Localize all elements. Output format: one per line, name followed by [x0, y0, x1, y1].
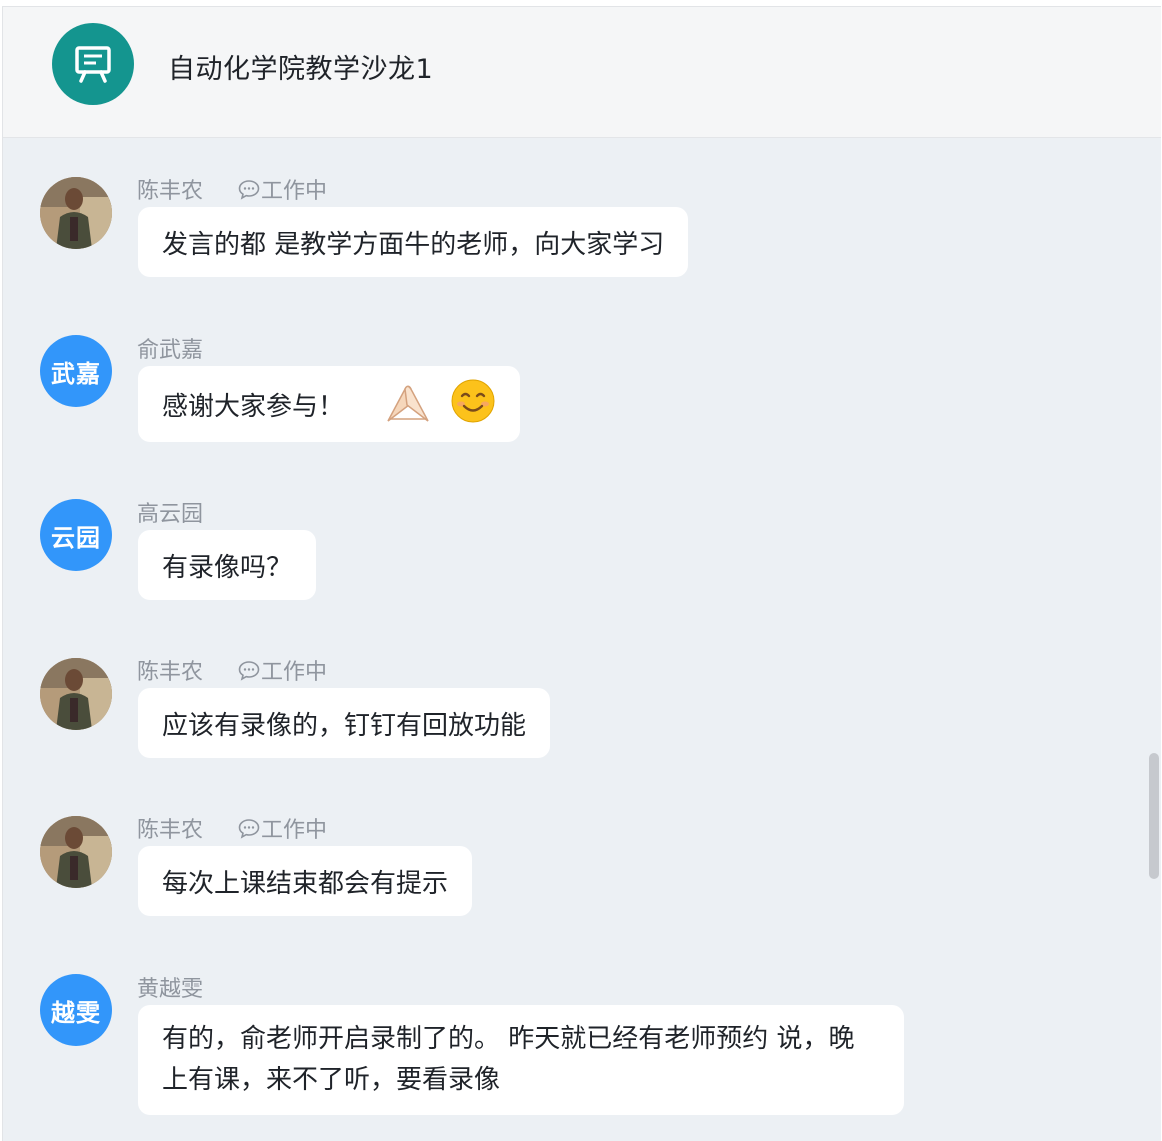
message-text: 每次上课结束都会有提示 [162, 868, 449, 899]
sender-name[interactable]: 高云园 [137, 496, 203, 528]
message-bubble[interactable]: 感谢大家参与！ [138, 366, 521, 442]
avatar-initials: 云园 [51, 523, 101, 552]
sender-name[interactable]: 陈丰农 [137, 173, 203, 205]
avatar[interactable] [40, 816, 112, 888]
avatar[interactable]: 云园 [40, 499, 112, 571]
message-bubble[interactable]: 发言的都 是教学方面牛的老师，向大家学习 [138, 207, 689, 277]
chat-bubble-icon [238, 180, 260, 200]
message-meta: 陈丰农 工作中 [137, 813, 327, 843]
message-text: 发言的都 是教学方面牛的老师，向大家学习 [162, 229, 665, 260]
status-indicator: 工作中 [237, 654, 327, 686]
group-chalkboard-icon[interactable] [52, 23, 134, 105]
chat-window: 自动化学院教学沙龙1 陈丰农 工作中 发言的都 是教学方面牛的老师，向大家学习 … [2, 6, 1161, 1141]
status-text: 工作中 [261, 179, 328, 204]
message-text: 有录像吗？ [162, 552, 293, 583]
avatar[interactable]: 武嘉 [40, 335, 112, 407]
message-meta: 陈丰农 工作中 [137, 174, 327, 204]
message-meta: 陈丰农 工作中 [137, 655, 327, 685]
sender-name[interactable]: 黄越雯 [137, 971, 203, 1003]
status-indicator: 工作中 [237, 812, 327, 844]
chat-bubble-icon [238, 819, 260, 839]
message-bubble[interactable]: 应该有录像的，钉钉有回放功能 [138, 688, 551, 758]
sender-name[interactable]: 俞武嘉 [137, 332, 203, 364]
message-text: 应该有录像的，钉钉有回放功能 [162, 710, 527, 741]
smiling-face-emoji [450, 378, 496, 431]
chat-scrollbar[interactable] [1149, 753, 1159, 879]
message-bubble[interactable]: 每次上课结束都会有提示 [138, 846, 473, 916]
message-meta: 高云园 [137, 497, 203, 527]
avatar[interactable] [40, 658, 112, 730]
sender-name[interactable]: 陈丰农 [137, 812, 203, 844]
status-text: 工作中 [261, 660, 328, 685]
folded-hands-emoji [382, 379, 434, 430]
avatar-initials: 武嘉 [51, 359, 101, 388]
avatar[interactable]: 越雯 [40, 974, 112, 1046]
message-text: 感谢大家参与！ [162, 391, 345, 422]
chat-bubble-icon [238, 661, 260, 681]
message-bubble[interactable]: 有的，俞老师开启录制了的。 昨天就已经有老师预约 说，晚上有课，来不了听，要看录… [138, 1005, 904, 1115]
avatar-initials: 越雯 [51, 998, 101, 1027]
message-text: 有的，俞老师开启录制了的。 昨天就已经有老师预约 说，晚上有课，来不了听，要看录… [162, 1024, 855, 1095]
status-indicator: 工作中 [237, 173, 327, 205]
chat-header: 自动化学院教学沙龙1 [3, 7, 1161, 138]
message-meta: 黄越雯 [137, 972, 203, 1002]
message-bubble[interactable]: 有录像吗？ [138, 530, 317, 600]
group-title[interactable]: 自动化学院教学沙龙1 [168, 47, 433, 86]
status-text: 工作中 [261, 818, 328, 843]
avatar[interactable] [40, 177, 112, 249]
message-meta: 俞武嘉 [137, 333, 203, 363]
sender-name[interactable]: 陈丰农 [137, 654, 203, 686]
